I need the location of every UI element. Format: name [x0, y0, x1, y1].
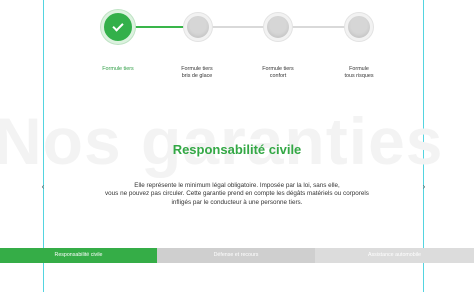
- step-label-formule-tiers-bris-de-glace[interactable]: Formule tiers bris de glace: [162, 66, 232, 79]
- step-label-formule-tiers[interactable]: Formule tiers: [83, 66, 153, 73]
- section-title: Responsabilité civile: [172, 142, 302, 157]
- tab-responsabilite-civile[interactable]: Responsabilité civile: [0, 248, 157, 263]
- step-label-formule-tiers-confort[interactable]: Formule tiers confort: [243, 66, 313, 79]
- check-icon: [112, 19, 124, 32]
- page: Formule tiers Formule tiers bris de glac…: [0, 0, 474, 292]
- tab-defense-et-recours[interactable]: Défense et recours: [157, 248, 315, 263]
- section-description: Elle représente le minimum légal obligat…: [105, 182, 369, 206]
- step-formule-tous-risques[interactable]: [345, 13, 373, 41]
- guarantee-tabs: Responsabilité civile Défense et recours…: [0, 248, 474, 263]
- step-formule-tiers[interactable]: [101, 10, 135, 44]
- step-formule-tiers-confort[interactable]: [264, 13, 292, 41]
- tab-assistance-automobile[interactable]: Assistance automobile: [315, 248, 474, 263]
- watermark-heading: Nos garanties: [0, 104, 444, 178]
- chevron-left-icon[interactable]: ‹: [38, 182, 48, 192]
- chevron-right-icon[interactable]: ›: [419, 182, 429, 192]
- step-formule-tiers-bris-de-glace[interactable]: [184, 13, 212, 41]
- step-label-formule-tous-risques[interactable]: Formule tous risques: [324, 66, 394, 79]
